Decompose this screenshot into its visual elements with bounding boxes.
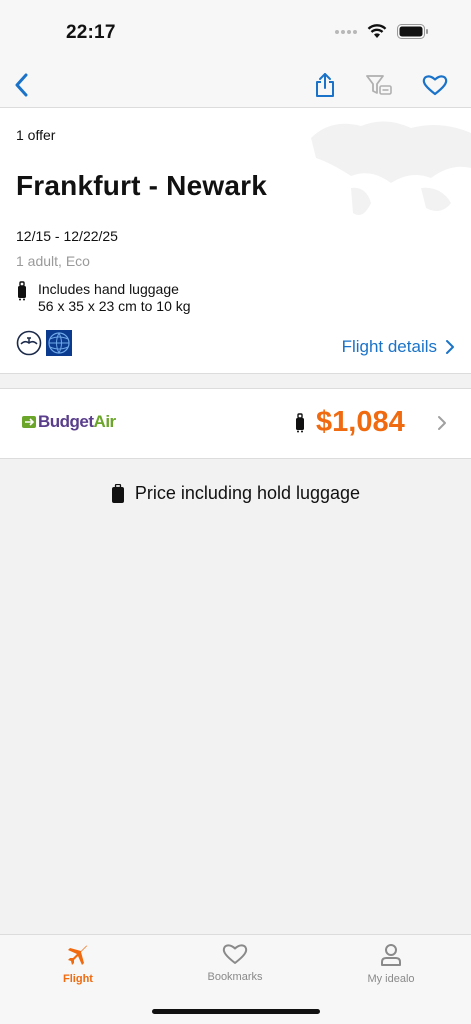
offer-summary-card: 1 offer Frankfurt - Newark 12/15 - 12/22… bbox=[0, 108, 471, 374]
travel-dates: 12/15 - 12/22/25 bbox=[16, 228, 118, 244]
share-button[interactable] bbox=[310, 70, 340, 100]
wifi-icon bbox=[367, 24, 387, 38]
back-button[interactable] bbox=[6, 70, 36, 100]
provider-name: BudgetAir bbox=[38, 412, 116, 432]
passenger-info: 1 adult, Eco bbox=[16, 253, 90, 269]
signal-dots-icon bbox=[335, 29, 357, 34]
chevron-right-icon bbox=[446, 340, 454, 354]
status-time: 22:17 bbox=[66, 22, 116, 43]
route-title: Frankfurt - Newark bbox=[16, 170, 267, 201]
hand-luggage-dimensions: 56 x 35 x 23 cm to 10 kg bbox=[38, 298, 191, 314]
tab-my-idealo[interactable]: My idealo bbox=[341, 943, 441, 985]
heart-icon bbox=[222, 944, 248, 964]
hand-luggage-label: Includes hand luggage bbox=[38, 281, 179, 297]
provider-logo: BudgetAir bbox=[22, 412, 116, 432]
offer-price: $1,084 bbox=[316, 406, 405, 438]
filter-button[interactable] bbox=[364, 70, 394, 100]
lufthansa-logo-icon bbox=[16, 330, 42, 356]
hold-luggage-note: Price including hold luggage bbox=[0, 483, 471, 504]
home-indicator bbox=[152, 1009, 320, 1014]
battery-icon bbox=[397, 24, 428, 39]
flight-details-link[interactable]: Flight details bbox=[342, 337, 455, 357]
united-airlines-logo-icon bbox=[46, 330, 72, 356]
airplane-icon bbox=[68, 945, 88, 965]
suitcase-icon bbox=[18, 281, 26, 301]
navigation-bar bbox=[0, 60, 471, 108]
offer-count: 1 offer bbox=[16, 127, 56, 143]
tab-bookmarks[interactable]: Bookmarks bbox=[185, 943, 285, 983]
heart-icon bbox=[422, 75, 448, 96]
provider-name-text: BudgetAir bbox=[38, 412, 116, 431]
flight-details-label: Flight details bbox=[341, 337, 437, 356]
airline-logos bbox=[16, 330, 72, 356]
status-icons bbox=[335, 24, 429, 39]
filter-icon bbox=[366, 75, 392, 95]
hand-luggage-info: Includes hand luggage 56 x 35 x 23 cm to… bbox=[16, 281, 191, 315]
world-map-background bbox=[311, 121, 471, 216]
share-icon bbox=[316, 73, 334, 97]
tab-label: Bookmarks bbox=[207, 971, 263, 983]
budgetair-logo-icon bbox=[22, 416, 36, 428]
chevron-left-icon bbox=[15, 73, 28, 97]
chevron-right-icon bbox=[438, 416, 446, 430]
hold-luggage-text: Price including hold luggage bbox=[134, 483, 361, 503]
status-bar: 22:17 bbox=[0, 0, 471, 60]
tab-flight[interactable]: Flight bbox=[28, 943, 128, 985]
tab-label: My idealo bbox=[367, 973, 415, 985]
offer-price-row[interactable]: BudgetAir $1,084 bbox=[0, 388, 471, 459]
luggage-icon bbox=[111, 483, 124, 503]
person-icon bbox=[381, 944, 401, 966]
favorite-button[interactable] bbox=[420, 70, 450, 100]
tab-label: Flight bbox=[63, 973, 93, 985]
suitcase-icon bbox=[296, 413, 304, 433]
